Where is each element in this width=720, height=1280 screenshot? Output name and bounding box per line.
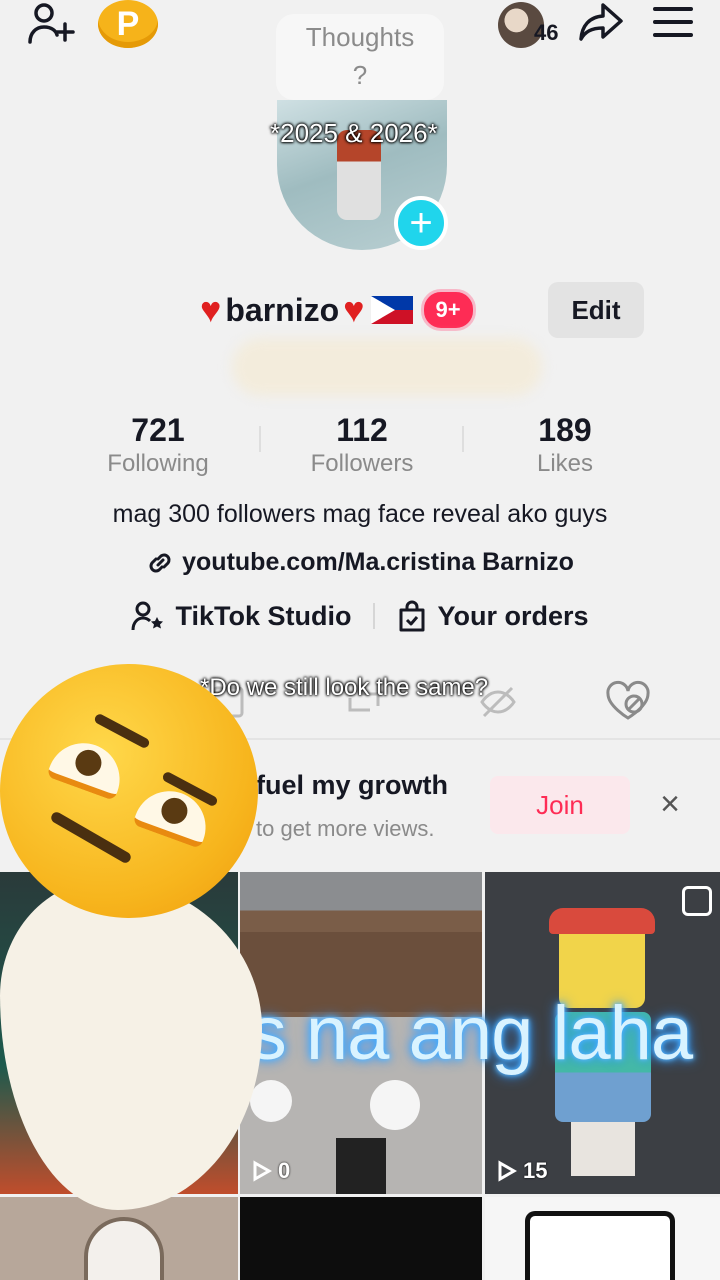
bio-link-text: youtube.com/Ma.cristina Barnizo <box>182 548 574 576</box>
edit-profile-button[interactable]: Edit <box>548 282 644 338</box>
blurred-region <box>232 338 542 396</box>
join-button[interactable]: Join <box>490 776 630 834</box>
play-icon <box>498 1160 517 1182</box>
tab-liked-icon[interactable] <box>604 680 652 722</box>
stat-label: Following <box>107 450 209 477</box>
username-row: ♥ barnizo ♥ 9+ <box>200 286 476 334</box>
tile-avatar-legs <box>571 1122 635 1176</box>
promo-title: fuel my growth <box>256 770 449 800</box>
add-story-icon[interactable]: + <box>394 196 448 250</box>
tile-avatar-cap <box>549 908 655 934</box>
emoji-eye <box>46 733 130 801</box>
unamused-emoji-icon <box>0 664 258 918</box>
video-tile[interactable] <box>485 1197 720 1280</box>
link-icon <box>149 553 171 572</box>
stat-label: Followers <box>310 450 414 477</box>
heart-icon: ♥ <box>200 289 222 330</box>
philippines-flag-icon <box>370 296 413 324</box>
add-friend-icon[interactable] <box>26 2 76 46</box>
tile-avatar <box>84 1217 164 1280</box>
coin-letter: P <box>116 4 140 43</box>
stat-likes[interactable]: 189 Likes <box>465 410 665 478</box>
video-tile[interactable] <box>240 1197 482 1280</box>
tile-drawing <box>525 1211 675 1280</box>
thoughts-prompt: ? <box>352 60 368 90</box>
thoughts-bubble[interactable]: Thoughts ? <box>276 14 444 100</box>
caption-middle: *Do we still look the same? <box>200 674 489 701</box>
heart-icon: ♥ <box>343 289 365 330</box>
multi-photo-icon <box>682 886 712 916</box>
tile-object <box>336 1138 386 1194</box>
caption-top: *2025 & 2026* <box>270 118 438 148</box>
menu-icon[interactable] <box>650 2 696 42</box>
stat-value: 189 <box>538 412 592 448</box>
play-icon <box>253 1160 272 1182</box>
notification-badge[interactable]: 9+ <box>420 289 476 331</box>
view-count: 0 <box>252 1158 290 1184</box>
tiktok-studio-link[interactable]: TikTok Studio <box>175 601 351 632</box>
view-count: 15 <box>497 1158 547 1184</box>
divider <box>462 426 464 452</box>
stat-following[interactable]: 721 Following <box>58 410 258 478</box>
promo-subtitle: to get more views. <box>256 816 435 841</box>
stat-value: 112 <box>336 412 388 448</box>
visitor-count: 46 <box>534 20 559 45</box>
share-icon[interactable] <box>576 0 626 46</box>
bio-link[interactable]: youtube.com/Ma.cristina Barnizo <box>0 548 720 577</box>
thoughts-label: Thoughts <box>305 22 415 52</box>
tile-object <box>250 1080 292 1122</box>
close-icon[interactable]: × <box>650 784 690 824</box>
coin-icon[interactable]: P <box>98 0 158 48</box>
username: barnizo <box>225 291 340 328</box>
stat-label: Likes <box>536 450 594 477</box>
divider <box>259 426 261 452</box>
emoji-mouth <box>49 810 133 865</box>
tools-row: TikTok Studio Your orders <box>0 600 720 632</box>
shopping-bag-icon <box>399 600 425 632</box>
studio-icon <box>131 601 164 631</box>
view-count-value: 0 <box>278 1158 291 1183</box>
stat-followers[interactable]: 112 Followers <box>262 410 462 478</box>
bio-text: mag 300 followers mag face reveal ako gu… <box>112 500 608 528</box>
your-orders-link[interactable]: Your orders <box>437 601 588 632</box>
view-count-value: 15 <box>523 1158 548 1183</box>
divider <box>373 603 376 629</box>
stat-value: 721 <box>131 412 185 448</box>
emoji-brow <box>93 712 151 750</box>
tile-object <box>370 1080 420 1130</box>
